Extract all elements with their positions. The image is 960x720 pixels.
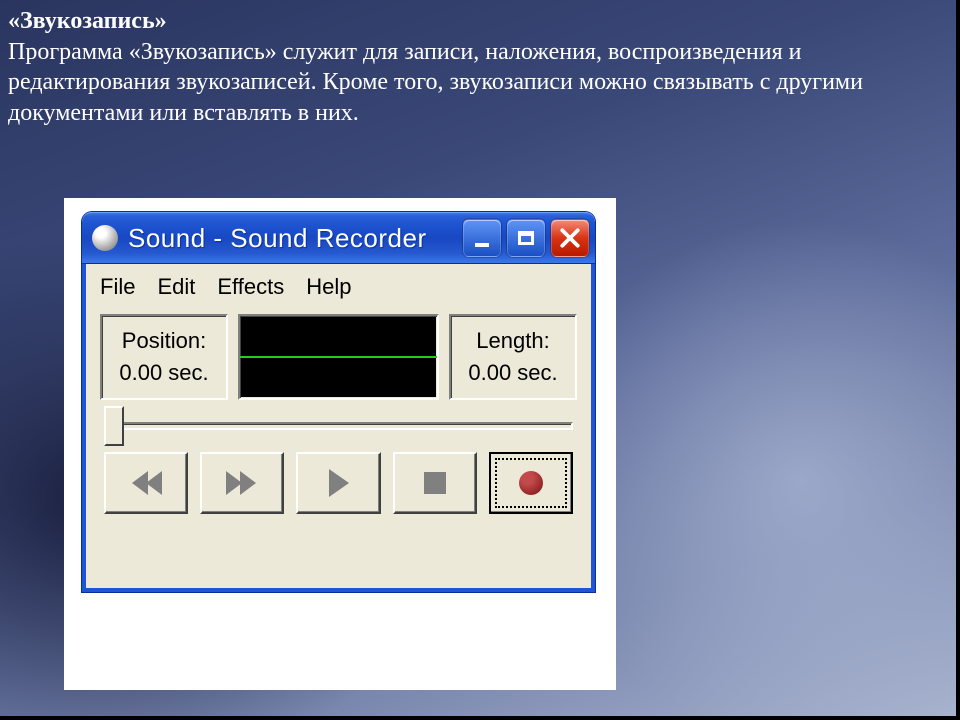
position-slider[interactable] [104, 422, 573, 430]
minimize-button[interactable] [463, 219, 501, 257]
waveform-line [240, 356, 437, 358]
stop-button[interactable] [393, 452, 477, 514]
window-title: Sound - Sound Recorder [128, 223, 453, 254]
length-value: 0.00 sec. [451, 360, 575, 386]
waveform-display [238, 314, 439, 400]
menubar: File Edit Effects Help [86, 264, 591, 314]
menu-edit[interactable]: Edit [157, 274, 195, 300]
screenshot-container: Sound - Sound Recorder File Edit Effects… [64, 198, 616, 690]
maximize-icon [518, 231, 534, 245]
slide-title: «Звукозапись» [8, 8, 167, 34]
position-label: Position: [102, 328, 226, 354]
menu-effects[interactable]: Effects [217, 274, 284, 300]
stop-icon [424, 472, 446, 494]
transport-controls [86, 440, 591, 514]
close-icon [559, 227, 581, 249]
speaker-icon [92, 225, 118, 251]
length-box: Length: 0.00 sec. [449, 314, 577, 400]
window-body: File Edit Effects Help Position: 0.00 se… [82, 264, 595, 592]
fast-forward-icon [228, 471, 256, 495]
titlebar[interactable]: Sound - Sound Recorder [82, 212, 595, 264]
sound-recorder-window: Sound - Sound Recorder File Edit Effects… [82, 212, 595, 592]
display-row: Position: 0.00 sec. Length: 0.00 sec. [86, 314, 591, 400]
menu-help[interactable]: Help [306, 274, 351, 300]
titlebar-buttons [463, 219, 589, 257]
seek-end-button[interactable] [200, 452, 284, 514]
minimize-icon [475, 243, 489, 247]
length-label: Length: [451, 328, 575, 354]
seek-start-button[interactable] [104, 452, 188, 514]
rewind-icon [132, 471, 160, 495]
position-value: 0.00 sec. [102, 360, 226, 386]
position-box: Position: 0.00 sec. [100, 314, 228, 400]
record-button[interactable] [489, 452, 573, 514]
play-icon [329, 469, 349, 497]
slide-text: «Звукозапись» Программа «Звукозапись» сл… [0, 0, 930, 129]
maximize-button[interactable] [507, 219, 545, 257]
play-button[interactable] [296, 452, 380, 514]
menu-file[interactable]: File [100, 274, 135, 300]
close-button[interactable] [551, 219, 589, 257]
slider-thumb[interactable] [104, 406, 124, 446]
record-icon [519, 471, 543, 495]
slide-body: Программа «Звукозапись» служит для запис… [8, 39, 863, 126]
position-slider-area [86, 400, 591, 440]
